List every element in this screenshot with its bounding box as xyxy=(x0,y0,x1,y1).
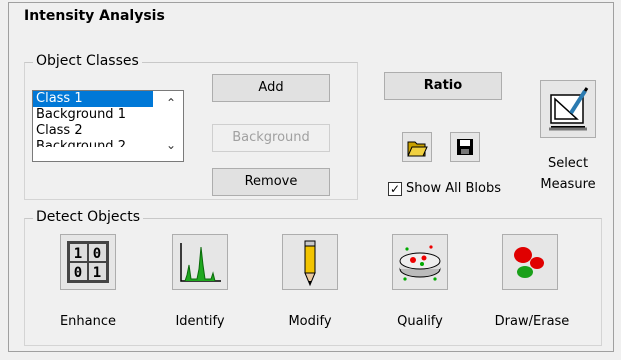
svg-text:0: 0 xyxy=(74,265,82,281)
ratio-button[interactable]: Ratio xyxy=(384,72,502,100)
blobs-icon xyxy=(514,247,544,278)
object-classes-list[interactable]: Class 1 Background 1 Class 2 Background … xyxy=(32,90,184,162)
histogram-icon xyxy=(180,243,221,282)
background-button[interactable]: Background xyxy=(212,124,330,152)
folder-open-icon[interactable] xyxy=(402,132,432,162)
panel-title: Intensity Analysis xyxy=(24,8,165,24)
floppy-disk-icon[interactable] xyxy=(450,132,480,162)
qualify-button[interactable] xyxy=(392,234,448,290)
scroll-down-icon[interactable]: ⌄ xyxy=(163,137,179,153)
detect-objects-label: Detect Objects xyxy=(33,209,144,225)
list-item[interactable]: Background 1 xyxy=(33,107,183,123)
show-all-blobs-checkbox[interactable]: ✓ xyxy=(388,182,402,196)
list-item[interactable]: Class 1 xyxy=(33,91,153,107)
svg-text:1: 1 xyxy=(74,246,82,262)
object-classes-label: Object Classes xyxy=(33,53,142,69)
show-all-blobs-label: Show All Blobs xyxy=(406,181,501,196)
modify-button[interactable] xyxy=(282,234,338,290)
draw-erase-button[interactable] xyxy=(502,234,558,290)
pencil-icon xyxy=(304,240,316,287)
add-button[interactable]: Add xyxy=(212,74,330,102)
select-measure-label-2: Measure xyxy=(540,177,596,192)
list-item[interactable]: Background 2 xyxy=(33,139,183,147)
remove-button[interactable]: Remove xyxy=(212,168,330,196)
identify-button[interactable] xyxy=(172,234,228,290)
svg-text:1: 1 xyxy=(93,265,101,281)
list-item[interactable]: Class 2 xyxy=(33,123,183,139)
petri-dish-icon xyxy=(399,245,441,281)
modify-label: Modify xyxy=(288,314,332,329)
scroll-up-icon[interactable]: ⌃ xyxy=(163,95,179,111)
draw-erase-label: Draw/Erase xyxy=(494,314,570,329)
binary-matrix-icon: 1 0 0 1 xyxy=(67,241,109,283)
enhance-button[interactable]: 1 0 0 1 xyxy=(60,234,116,290)
enhance-label: Enhance xyxy=(59,314,117,329)
identify-label: Identify xyxy=(175,314,225,329)
select-measure-label-1: Select xyxy=(547,156,589,171)
measure-tool-icon xyxy=(549,87,589,131)
qualify-label: Qualify xyxy=(397,314,443,329)
select-measure-button[interactable] xyxy=(540,80,596,138)
svg-text:0: 0 xyxy=(93,246,101,262)
